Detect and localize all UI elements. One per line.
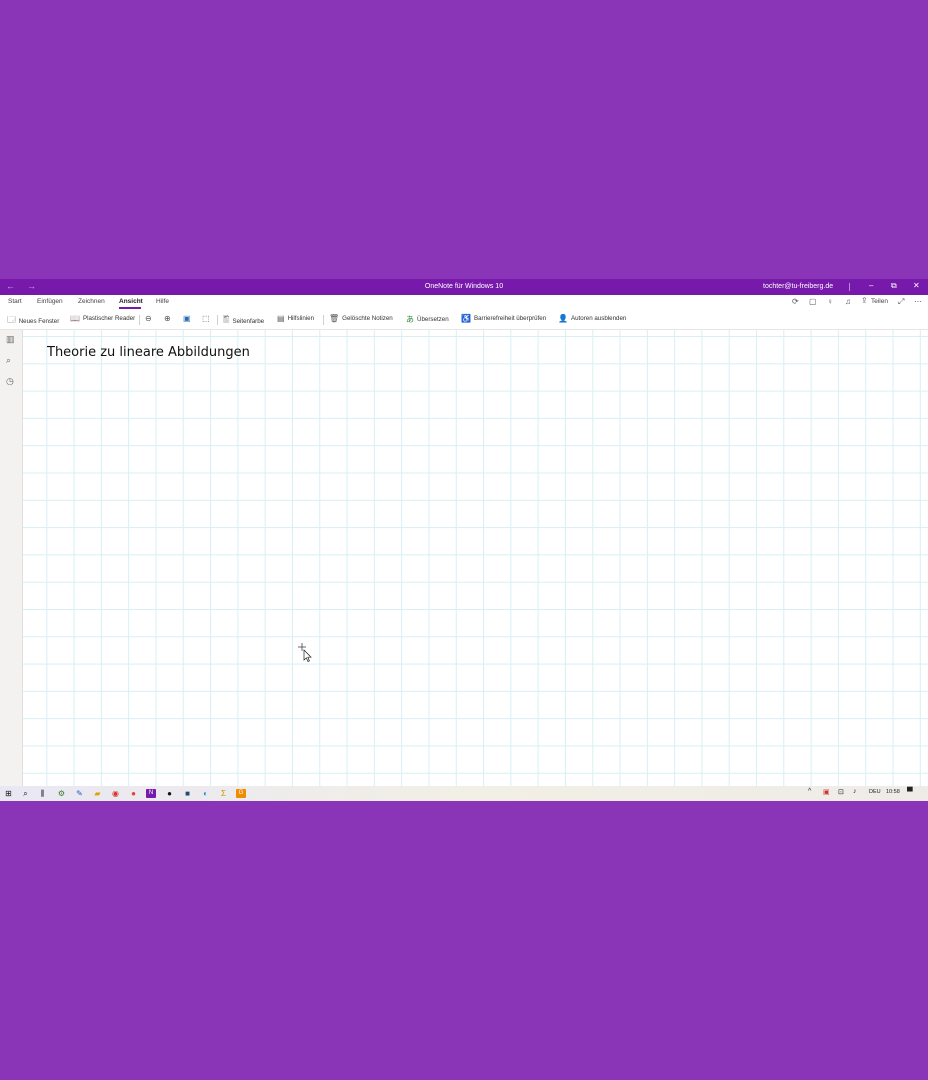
windows-taskbar: ⊞ ⌕ ⫼ ⚙ ✎ ▰ ◉ ● N ● ■ ◐ Σ G ^ ▣ ⊡ ♪ DEU … [0,786,928,801]
account-email[interactable]: tochter@tu-freiberg.de [763,283,833,290]
app-icon-4[interactable]: ● [164,788,175,799]
windows-start-icon[interactable]: ⊞ [3,788,14,799]
accessibility-icon: ♿ [461,314,471,323]
deleted-notes-label: Gelöschte Notizen [342,315,393,322]
new-window-label: Neues Fenster [18,317,60,325]
accessibility-check-button[interactable]: ♿ Barrierefreiheit überprüfen [461,314,546,323]
tab-start[interactable]: Start [8,298,22,305]
share-icon[interactable]: ⇪ [861,296,868,305]
taskbar-search-icon[interactable]: ⌕ [20,788,31,799]
page-color-label: Seitenfarbe [232,317,265,325]
tab-ansicht[interactable]: Ansicht [119,298,143,305]
rule-lines-button[interactable]: ▤ Hilfslinien [277,314,314,323]
notifications-icon[interactable]: ▀ [907,787,913,796]
recent-notes-icon[interactable]: ◷ [6,376,14,387]
page-width-button[interactable]: ⬚ [202,314,210,323]
page-canvas[interactable]: Theorie zu lineare Abbildungen [23,330,928,786]
volume-icon[interactable]: ♪ [853,788,857,795]
task-view-icon[interactable]: ⫼ [37,788,48,799]
mouse-cursor-icon [298,643,312,662]
tray-expand-icon[interactable]: ^ [808,788,811,795]
app-icon-3[interactable]: ● [128,788,139,799]
language-indicator[interactable]: DEU [869,789,881,795]
search-icon[interactable]: ⌕ [6,355,11,366]
active-tab-indicator [119,307,141,309]
app-icon-1[interactable]: ⚙ [56,788,67,799]
tab-hilfe[interactable]: Hilfe [156,298,169,305]
desktop-background: { "window": { "title": "OneNote für Wind… [0,0,928,1080]
translate-button[interactable]: あ Übersetzen [406,314,449,325]
trash-icon: 🗑 [329,314,340,323]
bell-icon[interactable]: ♫ [845,297,851,306]
deleted-notes-button[interactable]: 🗑 Gelöschte Notizen [329,314,393,323]
zoom-100-button[interactable]: ▣ [183,314,191,323]
accessibility-check-label: Barrierefreiheit überprüfen [473,315,547,322]
toolbar-divider [217,315,218,325]
titlebar-divider [849,283,850,291]
share-button[interactable]: Teilen [871,298,888,305]
zoom-out-button[interactable]: ⊖ [145,314,152,323]
page-color-icon: 🖺 [223,315,230,324]
more-icon[interactable]: ⋯ [914,297,922,306]
network-icon[interactable]: ⊡ [838,788,844,796]
app-icon-5[interactable]: ■ [182,788,193,799]
app-icon-8[interactable]: G [236,789,246,798]
zoom-100-icon: ▣ [183,314,191,323]
chrome-icon[interactable]: ◉ [110,788,121,799]
app-icon-7[interactable]: Σ [218,788,229,799]
view-toolbar: 🗔 Neues Fenster 📖 Plastischer Reader ⊖ ⊕… [0,311,928,330]
page-width-icon: ⬚ [202,314,210,323]
notebook-icon[interactable]: ▢ [809,297,817,306]
translate-label: Übersetzen [417,316,449,323]
restore-button[interactable]: ⧉ [891,281,897,291]
tray-app-icon[interactable]: ▣ [823,788,830,796]
navigation-rail: ▥ ⌕ ◷ [0,330,23,786]
zoom-out-icon: ⊖ [145,314,152,323]
close-button[interactable]: ✕ [913,281,920,290]
expand-icon[interactable]: ⤢ [898,297,904,307]
hide-authors-button[interactable]: 👤 Autoren ausblenden [558,314,626,323]
clock[interactable]: 10:58 [886,789,900,795]
immersive-reader-button[interactable]: 📖 Plastischer Reader [70,314,135,323]
zoom-in-icon: ⊕ [164,314,171,323]
file-explorer-icon[interactable]: ▰ [92,788,103,799]
immersive-reader-label: Plastischer Reader [82,315,136,322]
immersive-reader-icon: 📖 [70,314,80,323]
lightbulb-icon[interactable]: ♀ [827,297,833,306]
page-color-button[interactable]: 🖺 Seitenfarbe [223,314,264,328]
new-window-button[interactable]: 🗔 Neues Fenster [7,314,59,328]
onenote-window: ← → OneNote für Windows 10 tochter@tu-fr… [0,279,928,801]
hide-authors-icon: 👤 [558,314,568,323]
sync-icon[interactable]: ⟳ [792,297,799,306]
app-icon-2[interactable]: ✎ [74,788,85,799]
tab-einfuegen[interactable]: Einfügen [37,298,63,305]
onenote-icon[interactable]: N [146,789,156,798]
translate-icon: あ [406,315,414,324]
hide-authors-label: Autoren ausblenden [570,315,627,322]
rule-lines-icon: ▤ [277,314,285,323]
title-bar: ← → OneNote für Windows 10 tochter@tu-fr… [0,279,928,295]
page-title[interactable]: Theorie zu lineare Abbildungen [47,345,250,360]
toolbar-divider [323,315,324,325]
notebooks-icon[interactable]: ▥ [6,334,15,345]
ribbon-tabs: Start Einfügen Zeichnen Ansicht Hilfe ⟳ … [0,295,928,311]
toolbar-divider [139,315,140,325]
tab-zeichnen[interactable]: Zeichnen [78,298,105,305]
new-window-icon: 🗔 [7,315,16,324]
rule-lines-label: Hilfslinien [287,315,315,322]
minimize-button[interactable]: – [869,281,873,290]
zoom-in-button[interactable]: ⊕ [164,314,171,323]
app-icon-6[interactable]: ◐ [200,788,211,799]
